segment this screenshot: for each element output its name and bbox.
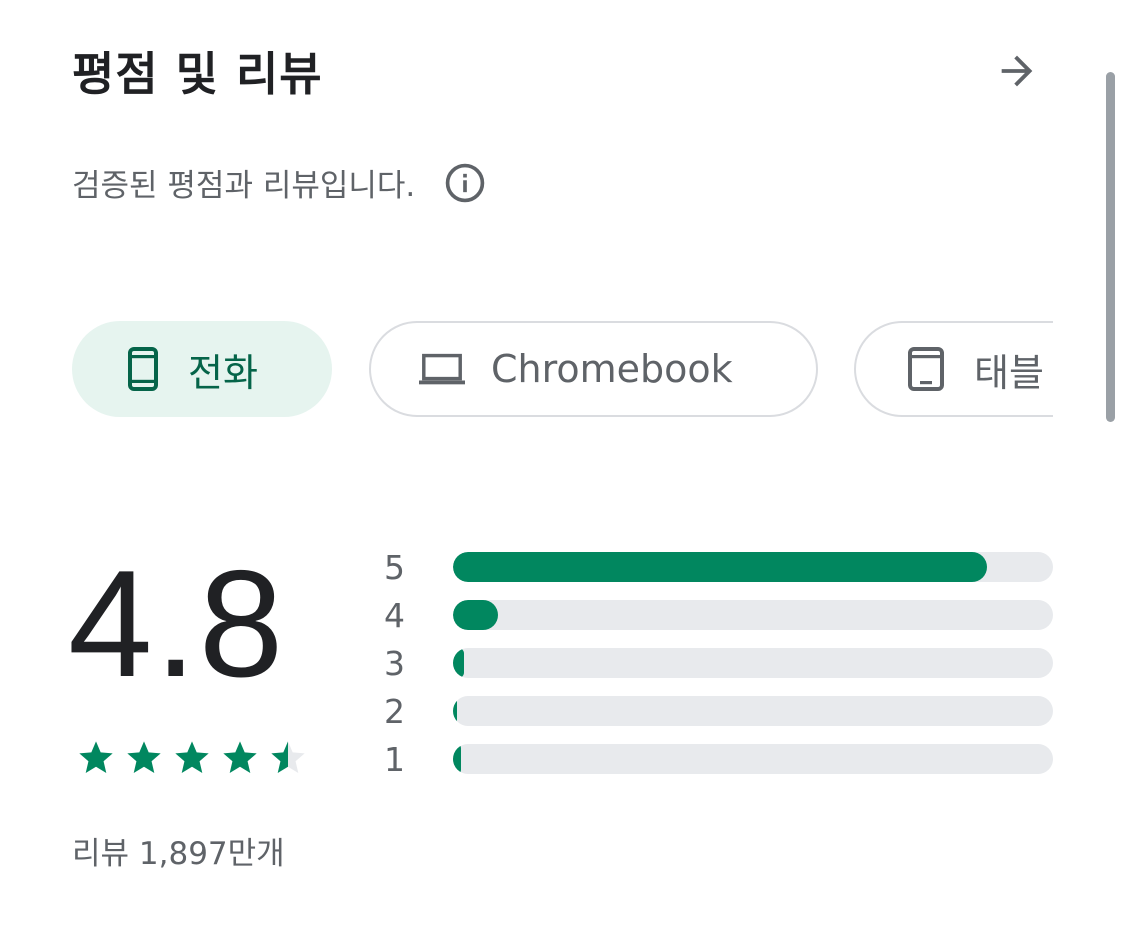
device-filter-chips: 전화 Chromebook 태블: [72, 321, 1053, 417]
rating-bar-row: 2: [380, 692, 1053, 740]
rating-bar-row: 4: [380, 596, 1053, 644]
rating-bar-fill: [453, 648, 464, 678]
rating-bar-row: 3: [380, 644, 1053, 692]
section-title: 평점 및 리뷰: [72, 47, 323, 101]
rating-bar-row: 1: [380, 740, 1053, 788]
star-icon: [175, 741, 209, 773]
ratings-and-reviews-section: 평점 및 리뷰 검증된 평점과 리뷰입니다. 전화 Chromebook 태블 …: [0, 0, 1125, 928]
tablet-icon: [908, 347, 944, 391]
rating-bar-label: 5: [384, 548, 405, 587]
rating-bar-fill: [453, 552, 987, 582]
laptop-icon: [419, 353, 465, 385]
phone-icon: [128, 347, 158, 391]
chip-chromebook[interactable]: Chromebook: [369, 321, 818, 417]
verified-notice: 검증된 평점과 리뷰입니다.: [72, 160, 487, 205]
rating-bar-fill: [453, 600, 498, 630]
rating-bar-track: [453, 552, 1053, 582]
chip-phone[interactable]: 전화: [72, 321, 332, 417]
rating-bar-track: [453, 744, 1053, 774]
star-rating: [76, 738, 308, 778]
review-count: 리뷰 1,897만개: [72, 836, 285, 872]
verified-notice-text: 검증된 평점과 리뷰입니다.: [72, 168, 416, 204]
star-icon: [223, 741, 257, 773]
rating-bar-fill: [453, 744, 461, 774]
rating-bar-label: 2: [384, 692, 405, 731]
scrollbar[interactable]: [1106, 72, 1115, 422]
chip-tablet[interactable]: 태블: [854, 321, 1053, 417]
star-icon: [127, 741, 161, 773]
rating-distribution: 5 4 3 2 1: [380, 548, 1053, 788]
half-star-icon: [271, 741, 305, 773]
chip-tablet-label: 태블: [974, 350, 1044, 395]
chip-chromebook-label: Chromebook: [491, 347, 733, 391]
rating-bar-track: [453, 696, 1053, 726]
info-icon[interactable]: [443, 161, 487, 205]
see-all-reviews-button[interactable]: [988, 42, 1046, 100]
rating-bar-label: 3: [384, 644, 405, 683]
rating-bar-track: [453, 648, 1053, 678]
rating-bar-track: [453, 600, 1053, 630]
arrow-right-icon: [1001, 55, 1033, 87]
rating-bar-label: 4: [384, 596, 405, 635]
chip-phone-label: 전화: [188, 350, 258, 395]
rating-bar-fill: [453, 696, 457, 726]
rating-bar-row: 5: [380, 548, 1053, 596]
star-icon: [79, 741, 113, 773]
average-rating: 4.8: [68, 539, 286, 709]
rating-bar-label: 1: [384, 740, 405, 779]
